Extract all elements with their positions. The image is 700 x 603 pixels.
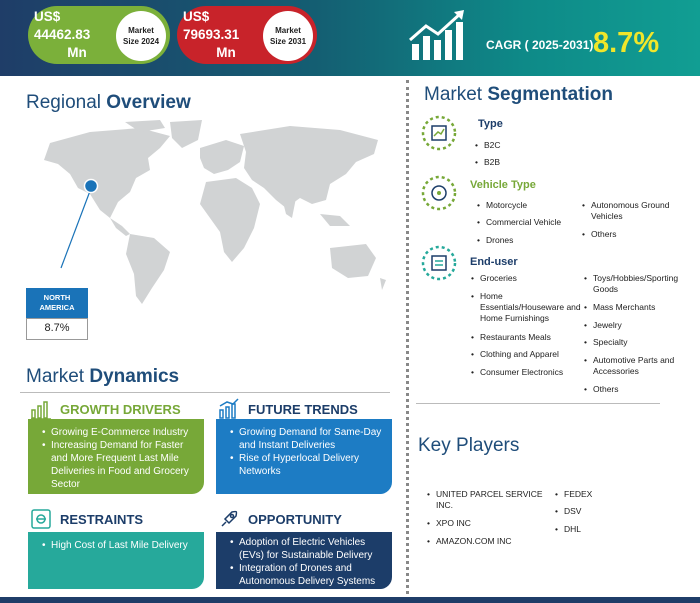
opportunity-card: Adoption of Electric Vehicles (EVs) for …: [216, 532, 392, 589]
list-item: Groceries: [471, 273, 517, 284]
list-item: Adoption of Electric Vehicles (EVs) for …: [230, 536, 384, 562]
header-banner: US$ 44462.83 Mn Market Size 2024 US$ 7969…: [0, 0, 700, 76]
market-size-2031-unit: Mn: [216, 45, 236, 60]
region-name-line1: NORTH: [43, 293, 71, 302]
list-item: FEDEX: [555, 489, 592, 500]
type-icon: [421, 115, 457, 151]
dynamics-underline: [20, 392, 390, 393]
list-item: DHL: [555, 524, 581, 535]
market-dynamics-title: Market Dynamics: [26, 366, 180, 387]
type-title: Type: [478, 118, 503, 130]
end-user-icon: [421, 245, 457, 281]
list-item: Commercial Vehicle: [477, 217, 561, 228]
growth-drivers-header: GROWTH DRIVERS: [30, 398, 181, 420]
region-cagr-value: 8.7%: [26, 318, 88, 340]
segmentation-underline: [416, 403, 660, 404]
cagr-value: 8.7%: [593, 27, 660, 59]
market-size-2031-value: US$ 79693.31: [183, 9, 240, 42]
restraint-icon: [31, 509, 51, 529]
list-item: Integration of Drones and Autonomous Del…: [230, 562, 384, 588]
bar-chart-icon: [31, 401, 51, 420]
list-item: DSV: [555, 506, 582, 517]
future-trends-card: Growing Demand for Same-Day and Instant …: [216, 419, 392, 494]
trend-chart-icon: [219, 398, 239, 419]
north-america-callout: NORTH AMERICA 8.7%: [26, 288, 88, 340]
list-item: Restaurants Meals: [471, 332, 551, 343]
regional-overview-title: Regional Overview: [26, 92, 191, 113]
column-divider: [406, 80, 409, 600]
market-size-2031-pill: US$ 79693.31 Mn Market Size 2031: [177, 6, 317, 64]
list-item: Growing Demand for Same-Day and Instant …: [230, 426, 384, 452]
cagr-label: CAGR ( 2025-2031): [486, 38, 594, 52]
list-item: Others: [582, 229, 616, 240]
end-user-title: End-user: [470, 256, 518, 268]
growth-drivers-card: Growing E-Commerce Industry Increasing D…: [28, 419, 204, 494]
list-item: UNITED PARCEL SERVICE INC.: [427, 489, 546, 511]
list-item: Specialty: [584, 337, 627, 348]
list-item: B2C: [475, 140, 500, 151]
list-item: AMAZON.COM INC: [427, 536, 512, 547]
list-item: Others: [584, 384, 618, 395]
market-size-2024-value: US$ 44462.83: [34, 9, 91, 42]
list-item: Growing E-Commerce Industry: [42, 426, 196, 439]
vehicle-type-icon: [421, 175, 457, 211]
list-item: Home Essentials/Houseware and Home Furni…: [471, 291, 586, 324]
list-item: Jewelry: [584, 320, 622, 331]
vehicle-type-title: Vehicle Type: [470, 179, 536, 191]
key-players-title: Key Players: [418, 435, 520, 456]
footer-bar: [0, 597, 700, 603]
future-trends-header: FUTURE TRENDS: [218, 398, 358, 420]
market-size-2024-unit: Mn: [67, 45, 87, 60]
restraints-header: RESTRAINTS: [30, 508, 143, 530]
region-name-line2: AMERICA: [39, 303, 75, 312]
list-item: Mass Merchants: [584, 302, 655, 313]
list-item: Automotive Parts and Accessories: [584, 355, 693, 377]
market-size-2024-pill: US$ 44462.83 Mn Market Size 2024: [28, 6, 170, 64]
market-segmentation-title: Market Segmentation: [424, 84, 613, 105]
list-item: Motorcycle: [477, 200, 527, 211]
list-item: Rise of Hyperlocal Delivery Networks: [230, 452, 384, 478]
list-item: Clothing and Apparel: [471, 349, 559, 360]
list-item: High Cost of Last Mile Delivery: [42, 539, 196, 552]
list-item: XPO INC: [427, 518, 471, 529]
world-map: [44, 120, 386, 304]
market-size-2024-label: Market Size 2024: [116, 11, 166, 61]
rocket-icon: [221, 510, 238, 527]
list-item: Increasing Demand for Faster and More Fr…: [42, 439, 196, 491]
list-item: Autonomous Ground Vehicles: [582, 200, 691, 222]
opportunity-header: OPPORTUNITY: [218, 508, 342, 530]
market-size-2031-label: Market Size 2031: [263, 11, 313, 61]
list-item: B2B: [475, 157, 500, 168]
list-item: Drones: [477, 235, 514, 246]
list-item: Consumer Electronics: [471, 367, 563, 378]
restraints-card: High Cost of Last Mile Delivery: [28, 532, 204, 589]
growth-chart-icon: [409, 10, 464, 60]
list-item: Toys/Hobbies/Sporting Goods: [584, 273, 695, 295]
